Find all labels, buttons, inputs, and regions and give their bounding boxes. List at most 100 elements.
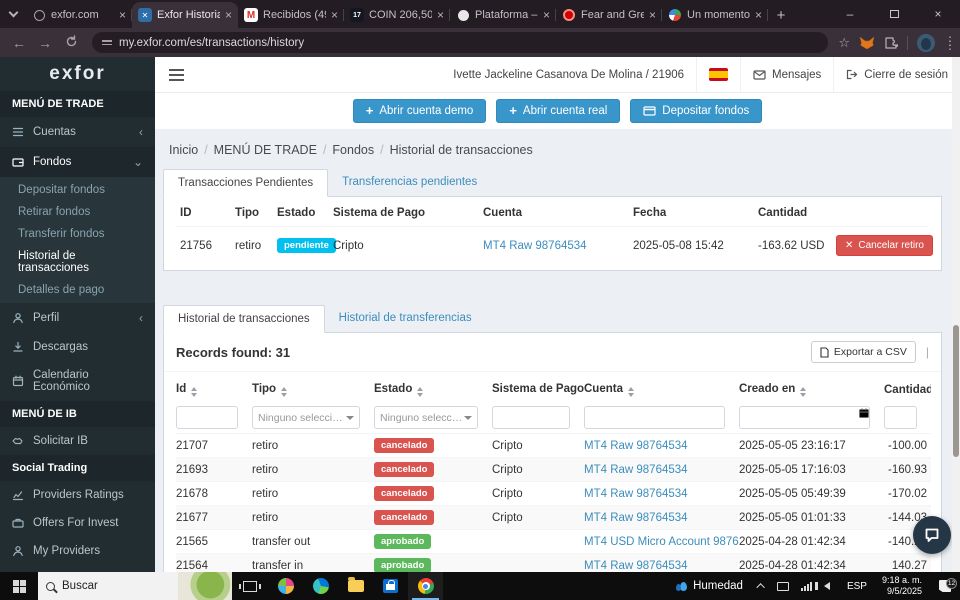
browser-tab-exfor-com[interactable]: exfor.com × (26, 2, 132, 28)
sidebar-item-perfil[interactable]: Perfil ‹ (0, 303, 155, 333)
col-cantidad[interactable]: Cantidad (884, 378, 931, 402)
weather-widget[interactable]: Humedad (670, 580, 753, 592)
account-link[interactable]: MT4 Raw 98764534 (584, 488, 688, 500)
tab-close-icon[interactable]: × (755, 9, 762, 21)
refresh-button[interactable] (60, 35, 82, 51)
col-tipo[interactable]: Tipo (252, 378, 374, 402)
taskbar-app-chrome[interactable] (408, 572, 443, 600)
hidden-icons-button[interactable] (753, 583, 771, 589)
tab-close-icon[interactable]: × (225, 9, 232, 21)
sidebar-item-providers-ratings[interactable]: Providers Ratings (0, 481, 155, 509)
breadcrumb-menu-trade[interactable]: MENÚ DE TRADE (214, 143, 317, 157)
forward-button[interactable]: → (34, 35, 56, 51)
exfor-logo[interactable]: exfor (0, 57, 155, 91)
filter-cantidad-input[interactable] (884, 406, 917, 429)
browser-tab-plataforma[interactable]: Plataforma – Pro T × (450, 2, 556, 28)
site-info-icon[interactable] (102, 40, 112, 45)
sidebar-item-offers-invest[interactable]: Offers For Invest (0, 509, 155, 537)
logout-button[interactable]: Cierre de sesión (833, 57, 960, 92)
export-csv-button[interactable]: Exportar a CSV (811, 341, 916, 363)
tab-close-icon[interactable]: × (331, 9, 338, 21)
sidebar-item-detalles[interactable]: Detalles de pago (0, 279, 155, 301)
deposit-funds-button[interactable]: Depositar fondos (630, 99, 762, 123)
sidebar-item-depositar[interactable]: Depositar fondos (0, 179, 155, 201)
display-tray-icon[interactable] (771, 582, 795, 591)
messages-button[interactable]: Mensajes (740, 57, 833, 92)
sidebar-item-my-providers[interactable]: My Providers (0, 537, 155, 565)
chat-widget-button[interactable] (913, 516, 951, 554)
cancel-withdrawal-button[interactable]: ✕ Cancelar retiro (836, 235, 933, 256)
filter-cuenta-input[interactable] (584, 406, 725, 429)
sidebar-item-retirar[interactable]: Retirar fondos (0, 201, 155, 223)
filter-tipo-select[interactable]: Ninguno selecciona... (252, 406, 360, 429)
tab-close-icon[interactable]: × (543, 9, 550, 21)
account-link[interactable]: MT4 Raw 98764534 (584, 440, 688, 452)
volume-tray-icon[interactable] (818, 582, 840, 590)
browser-tab-active[interactable]: ✕ Exfor Historial de t × (132, 2, 238, 28)
browser-tab-fear-greed[interactable]: Fear and Greed In × (556, 2, 662, 28)
browser-tab-un-momento[interactable]: Un momento... × (662, 2, 768, 28)
sidebar-item-historial[interactable]: Historial de transacciones (0, 245, 155, 279)
breadcrumb-inicio[interactable]: Inicio (169, 143, 198, 157)
extensions-puzzle-icon[interactable] (884, 36, 898, 50)
sidebar-item-solicitar-ib[interactable]: Solicitar IB (0, 427, 155, 455)
start-button[interactable] (0, 572, 38, 600)
filter-id-input[interactable] (176, 406, 238, 429)
profile-avatar[interactable] (917, 34, 935, 52)
sidebar-toggle-icon[interactable] (155, 69, 198, 81)
calendar-icon[interactable] (858, 407, 870, 419)
language-selector[interactable] (696, 57, 740, 92)
sidebar-item-my-subscriptions[interactable]: My Subscriptions (0, 565, 155, 572)
taskbar-clock[interactable]: 9:18 a. m. 9/5/2025 (874, 575, 930, 598)
metamask-icon[interactable] (859, 36, 875, 50)
tab-transferencias-pendientes[interactable]: Transferencias pendientes (328, 169, 491, 197)
col-sistema[interactable]: Sistema de Pago (492, 378, 584, 402)
column-toggle-icon[interactable]: | (926, 345, 929, 359)
sidebar-item-transferir[interactable]: Transferir fondos (0, 223, 155, 245)
taskbar-app-store[interactable] (373, 572, 408, 600)
taskbar-app-explorer[interactable] (338, 572, 373, 600)
tab-close-icon[interactable]: × (119, 9, 126, 21)
filter-creado-input[interactable] (739, 406, 870, 429)
user-name[interactable]: Ivette Jackeline Casanova De Molina / 21… (441, 57, 696, 92)
scrollbar-thumb[interactable] (953, 325, 959, 457)
account-link[interactable]: MT4 Raw 98764534 (483, 240, 587, 252)
tab-close-icon[interactable]: × (649, 9, 656, 21)
minimize-button[interactable]: – (828, 0, 872, 28)
address-bar[interactable]: my.exfor.com/es/transactions/history (92, 32, 828, 53)
tab-close-icon[interactable]: × (437, 9, 444, 21)
maximize-button[interactable] (872, 0, 916, 28)
breadcrumb-fondos[interactable]: Fondos (332, 143, 374, 157)
taskbar-app-photos[interactable] (268, 572, 303, 600)
page-scrollbar[interactable] (952, 57, 960, 572)
col-id[interactable]: Id (176, 378, 252, 402)
close-button[interactable]: × (916, 0, 960, 28)
task-view-button[interactable] (232, 572, 268, 600)
tab-transacciones-pendientes[interactable]: Transacciones Pendientes (163, 169, 328, 197)
tab-historial-transacciones[interactable]: Historial de transacciones (163, 305, 325, 333)
col-cuenta[interactable]: Cuenta (584, 378, 739, 402)
taskbar-app-edge[interactable] (303, 572, 338, 600)
sidebar-item-calendario[interactable]: Calendario Económico (0, 361, 155, 401)
col-estado[interactable]: Estado (374, 378, 492, 402)
tab-historial-transferencias[interactable]: Historial de transferencias (325, 305, 486, 333)
sidebar-item-descargas[interactable]: Descargas (0, 333, 155, 361)
bookmark-star-icon[interactable]: ☆ (838, 35, 850, 51)
filter-estado-select[interactable]: Ninguno selecciona... (374, 406, 478, 429)
open-demo-account-button[interactable]: + Abrir cuenta demo (353, 99, 487, 123)
language-indicator[interactable]: ESP (840, 581, 874, 592)
taskbar-search[interactable]: Buscar (38, 572, 232, 600)
new-tab-button[interactable]: + (768, 2, 794, 28)
browser-tab-gmail[interactable]: M Recibidos (49) - e × (238, 2, 344, 28)
browser-tab-coin[interactable]: 17 COIN 206,50 ▲ +5 × (344, 2, 450, 28)
open-real-account-button[interactable]: + Abrir cuenta real (496, 99, 620, 123)
account-link[interactable]: MT4 Raw 98764534 (584, 464, 688, 476)
sidebar-item-cuentas[interactable]: Cuentas ‹ (0, 117, 155, 147)
account-link[interactable]: MT4 USD Micro Account 98764515 (584, 536, 739, 548)
sidebar-item-fondos[interactable]: Fondos ⌄ (0, 147, 155, 177)
filter-sistema-input[interactable] (492, 406, 570, 429)
account-link[interactable]: MT4 Raw 98764534 (584, 560, 688, 572)
tab-search-button[interactable] (0, 0, 26, 28)
browser-menu-icon[interactable]: ⋮⋮ (944, 39, 950, 47)
action-center-button[interactable]: 12 (930, 580, 960, 592)
